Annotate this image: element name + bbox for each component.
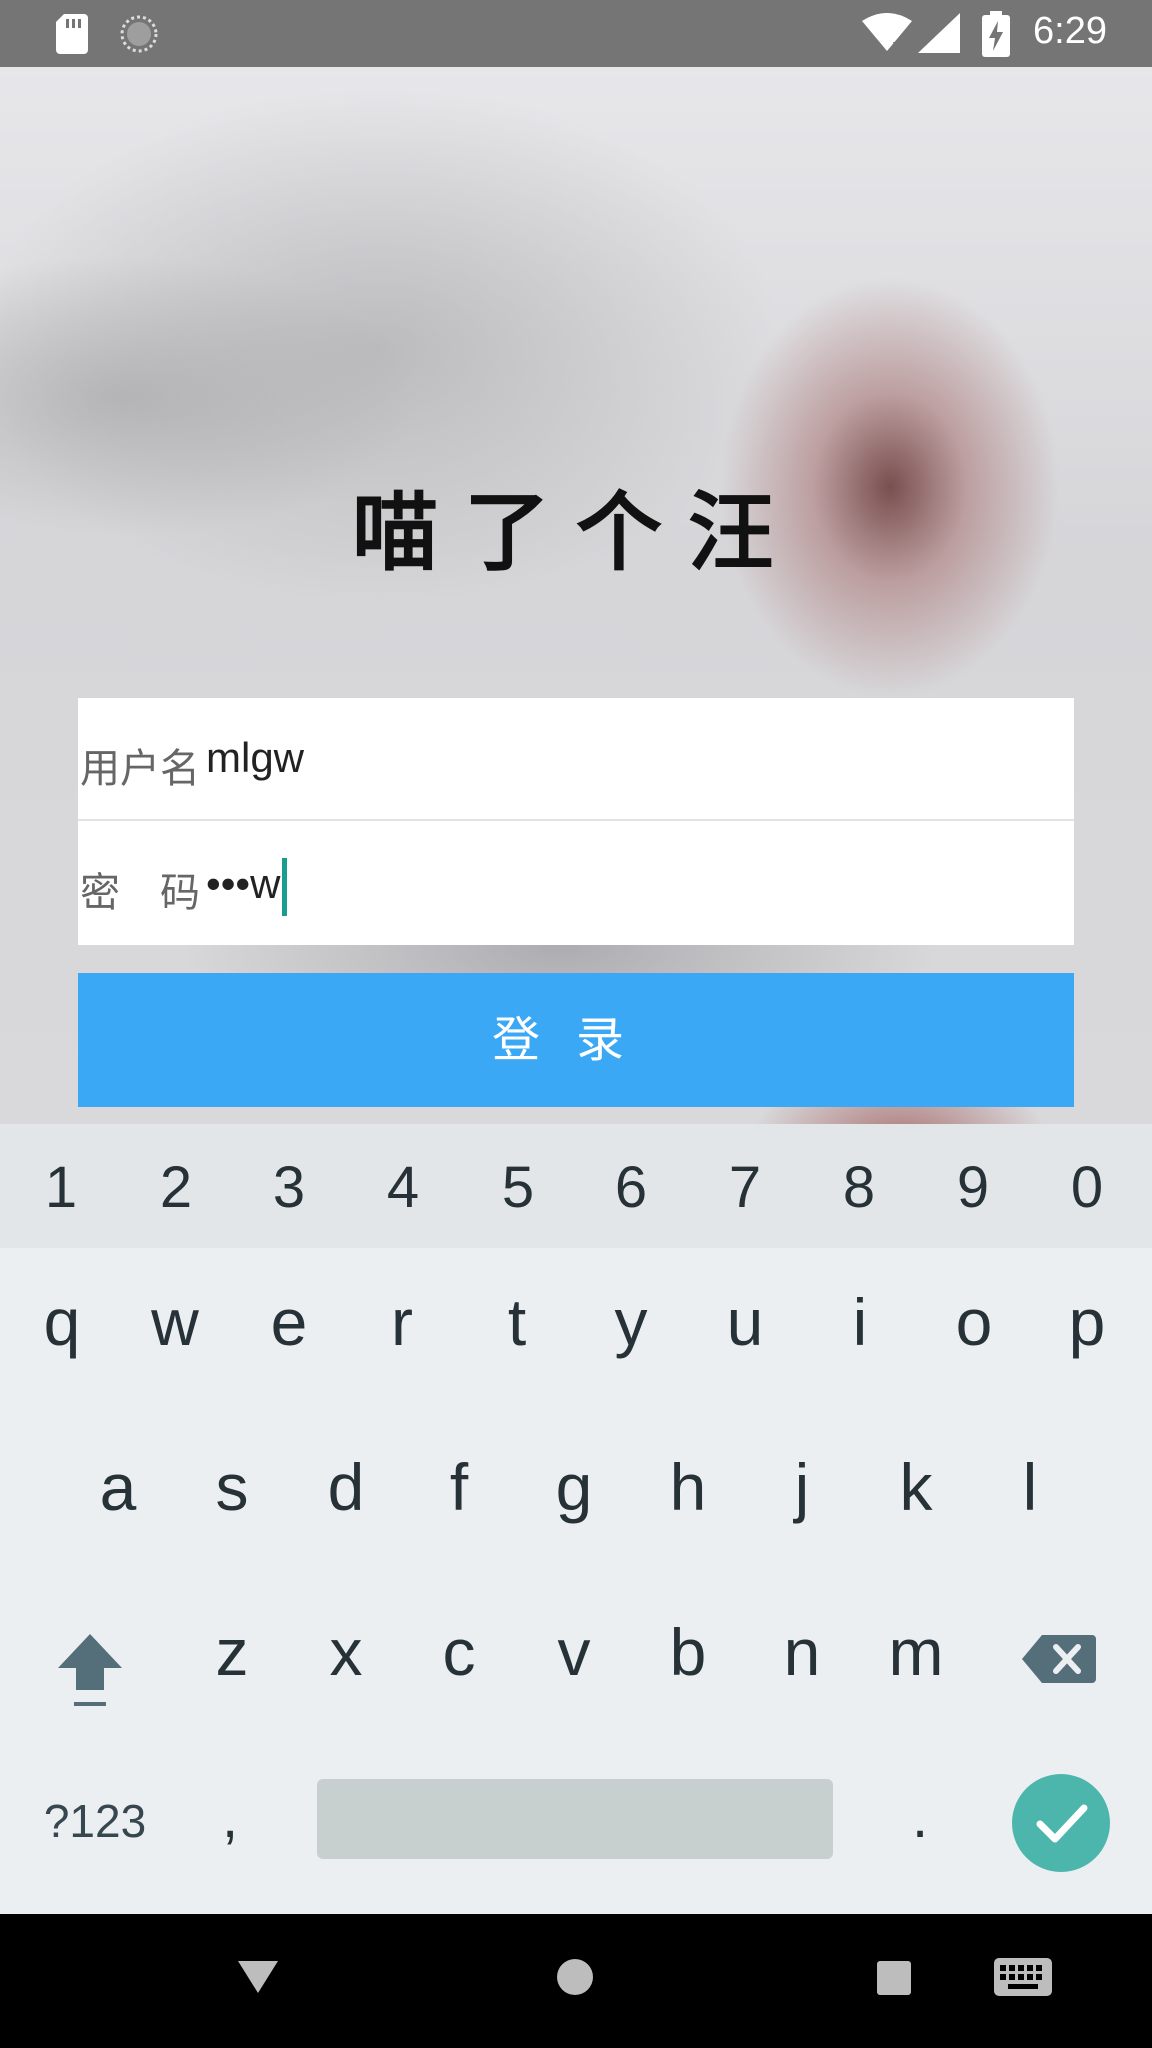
key-m[interactable]: m — [859, 1614, 973, 1690]
key-k[interactable]: k — [859, 1449, 973, 1525]
key-z[interactable]: z — [175, 1614, 289, 1690]
key-h[interactable]: h — [631, 1449, 745, 1525]
key-i[interactable]: i — [803, 1284, 917, 1360]
username-input[interactable]: mlgw — [206, 734, 304, 782]
key-0[interactable]: 0 — [1030, 1154, 1144, 1221]
forgot-password-link[interactable]: 忘记密码? — [78, 1113, 250, 1124]
wifi-icon: x — [862, 13, 912, 53]
password-field[interactable]: 密 码 •••w — [78, 822, 1074, 945]
back-icon[interactable] — [236, 1957, 280, 1997]
space-bar[interactable] — [317, 1779, 833, 1859]
enter-key[interactable] — [1012, 1774, 1110, 1872]
login-screen: 喵了个汪 用户名 mlgw 密 码 •••w 登录 忘记密码? 快速注册 — [0, 67, 1152, 1124]
key-2[interactable]: 2 — [119, 1154, 233, 1221]
password-value: •••w — [206, 860, 281, 908]
battery-charging-icon — [982, 11, 1010, 57]
status-bar: x 6:29 — [0, 0, 1152, 67]
signal-icon — [918, 13, 960, 53]
key-e[interactable]: e — [232, 1284, 346, 1360]
username-field[interactable]: 用户名 mlgw — [78, 698, 1074, 821]
password-input[interactable]: •••w — [206, 858, 288, 916]
quick-register-link[interactable]: 快速注册 — [924, 1113, 1076, 1124]
key-g[interactable]: g — [517, 1449, 631, 1525]
key-w[interactable]: w — [118, 1284, 232, 1360]
period-key[interactable]: . — [890, 1784, 950, 1851]
key-j[interactable]: j — [745, 1449, 859, 1525]
key-p[interactable]: p — [1030, 1284, 1144, 1360]
key-4[interactable]: 4 — [346, 1154, 460, 1221]
shift-icon[interactable] — [50, 1624, 130, 1714]
key-l[interactable]: l — [973, 1449, 1087, 1525]
key-t[interactable]: t — [460, 1284, 574, 1360]
recents-icon[interactable] — [877, 1961, 911, 1995]
key-y[interactable]: y — [574, 1284, 688, 1360]
password-label: 密 码 — [80, 870, 200, 916]
key-8[interactable]: 8 — [802, 1154, 916, 1221]
key-r[interactable]: r — [345, 1284, 459, 1360]
key-s[interactable]: s — [175, 1449, 289, 1525]
checkmark-icon — [1036, 1804, 1088, 1843]
svg-text:x: x — [892, 36, 901, 53]
number-row: 1 2 3 4 5 6 7 8 9 0 — [0, 1124, 1152, 1248]
key-o[interactable]: o — [917, 1284, 1031, 1360]
key-x[interactable]: x — [289, 1614, 403, 1690]
sync-icon — [120, 15, 158, 53]
status-clock: 6:29 — [1033, 10, 1107, 52]
key-1[interactable]: 1 — [4, 1154, 118, 1221]
backspace-icon[interactable] — [1020, 1629, 1100, 1689]
key-d[interactable]: d — [289, 1449, 403, 1525]
home-icon[interactable] — [556, 1958, 594, 1996]
key-q[interactable]: q — [5, 1284, 119, 1360]
key-3[interactable]: 3 — [232, 1154, 346, 1221]
key-c[interactable]: c — [402, 1614, 516, 1690]
key-5[interactable]: 5 — [461, 1154, 575, 1221]
key-f[interactable]: f — [402, 1449, 516, 1525]
key-6[interactable]: 6 — [574, 1154, 688, 1221]
key-7[interactable]: 7 — [688, 1154, 802, 1221]
key-9[interactable]: 9 — [916, 1154, 1030, 1221]
login-button[interactable]: 登录 — [78, 973, 1074, 1107]
key-v[interactable]: v — [517, 1614, 631, 1690]
navigation-bar — [0, 1914, 1152, 2048]
keyboard-switch-icon[interactable] — [994, 1958, 1052, 1998]
sd-card-icon — [56, 14, 88, 54]
username-label: 用户名 — [80, 746, 200, 792]
app-title: 喵了个汪 — [352, 483, 800, 583]
text-caret — [282, 858, 288, 916]
comma-key[interactable]: , — [200, 1784, 260, 1851]
login-form: 用户名 mlgw 密 码 •••w — [78, 698, 1074, 945]
key-a[interactable]: a — [61, 1449, 175, 1525]
key-n[interactable]: n — [745, 1614, 859, 1690]
key-u[interactable]: u — [688, 1284, 802, 1360]
soft-keyboard: 1 2 3 4 5 6 7 8 9 0 q w e r t y u i o p … — [0, 1124, 1152, 1914]
symbols-key[interactable]: ?123 — [30, 1794, 160, 1848]
key-b[interactable]: b — [631, 1614, 745, 1690]
